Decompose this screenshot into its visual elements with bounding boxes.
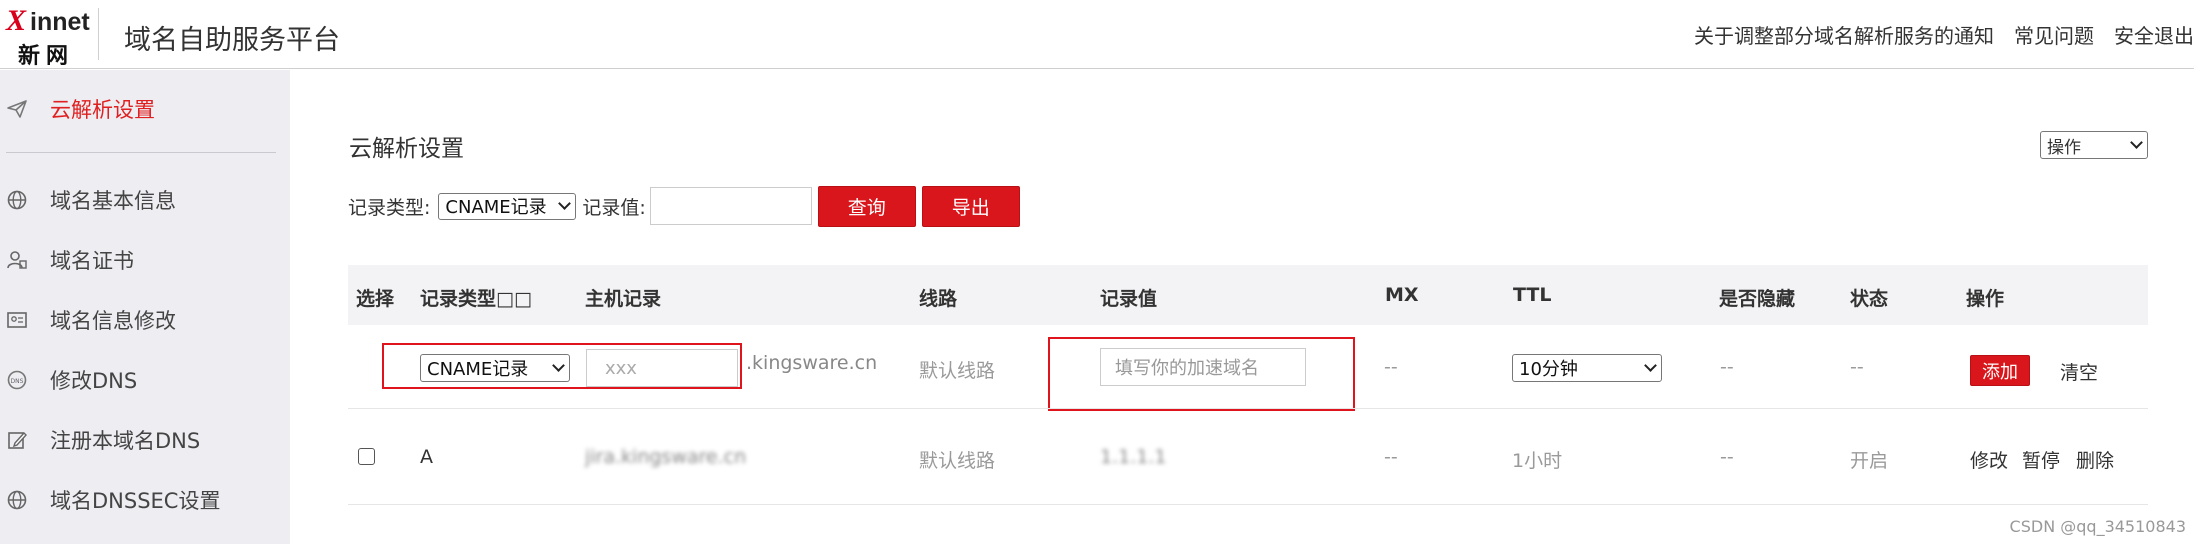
new-row-mx: -- (1384, 356, 1398, 378)
sidebar-item-label: 注册本域名DNS (50, 429, 201, 453)
chevron-down-icon (1644, 359, 1657, 372)
edit-icon (6, 429, 28, 451)
col-line: 线路 (919, 288, 958, 310)
record-type-select-value: CNAME记录 (445, 197, 547, 218)
row-type: A (420, 446, 433, 468)
logo-mark: X (6, 4, 27, 37)
clear-button[interactable]: 清空 (2060, 358, 2098, 385)
operation-select[interactable]: 操作 (2040, 131, 2148, 159)
col-record-type: 记录类型□□ (420, 288, 532, 310)
xinnet-logo[interactable]: X innet 新网 (6, 4, 94, 69)
query-button[interactable]: 查询 (817, 185, 916, 227)
operation-select-value: 操作 (2047, 137, 2081, 158)
new-row-hidden: -- (1720, 356, 1734, 378)
record-value-input[interactable] (649, 187, 812, 225)
row-value: 1.1.1.1 (1100, 446, 1167, 468)
sidebar-item-certificate[interactable]: 域名证书 (0, 240, 290, 280)
add-record-button[interactable]: 添加 (1970, 355, 2030, 386)
filter-bar: 记录类型: CNAME记录 记录值: 查询 导出 (348, 185, 1020, 227)
row-checkbox[interactable] (358, 448, 375, 465)
col-actions: 操作 (1966, 288, 2005, 310)
send-icon (6, 98, 28, 120)
top-bar: X innet 新网 域名自助服务平台 关于调整部分域名解析服务的通知 常见问题… (0, 0, 2194, 69)
globe-icon (6, 489, 28, 511)
domain-suffix: .kingsware.cn (746, 352, 878, 374)
new-row-status: -- (1850, 356, 1864, 378)
highlight-box-value (1048, 337, 1355, 411)
col-select: 选择 (356, 288, 395, 310)
globe-icon (6, 189, 28, 211)
export-button[interactable]: 导出 (921, 185, 1020, 227)
sidebar-item-label: 域名DNSSEC设置 (50, 489, 221, 513)
col-hidden: 是否隐藏 (1719, 288, 1796, 310)
row-divider (348, 504, 2148, 505)
record-type-label: 记录类型: (348, 196, 431, 219)
sidebar-item-modify-dns[interactable]: DNS 修改DNS (0, 360, 290, 400)
row-delete-link[interactable]: 删除 (2076, 446, 2114, 473)
col-ttl: TTL (1513, 284, 1552, 306)
row-status: 开启 (1850, 450, 1889, 472)
faq-link[interactable]: 常见问题 (2014, 20, 2094, 49)
logo-divider (98, 8, 99, 60)
new-row-line: 默认线路 (919, 360, 996, 382)
col-status: 状态 (1850, 288, 1889, 310)
record-type-select[interactable]: CNAME记录 (438, 192, 577, 220)
row-host: jira.kingsware.cn (585, 446, 747, 468)
chevron-down-icon (2130, 136, 2143, 149)
col-host: 主机记录 (585, 288, 662, 310)
page-title: 云解析设置 (349, 136, 464, 162)
col-value: 记录值 (1100, 288, 1158, 310)
sidebar-item-label: 域名信息修改 (50, 309, 176, 333)
sidebar-item-cloud-dns[interactable]: 云解析设置 (0, 89, 290, 129)
row-hidden: -- (1720, 446, 1734, 468)
logo-cn: 新网 (18, 43, 75, 69)
notice-link[interactable]: 关于调整部分域名解析服务的通知 (1694, 20, 1994, 49)
chevron-down-icon (558, 197, 572, 210)
row-divider (348, 408, 2148, 409)
sidebar-item-info-modify[interactable]: 域名信息修改 (0, 300, 290, 340)
sidebar-item-register-dns[interactable]: 注册本域名DNS (0, 420, 290, 460)
sidebar-item-label: 修改DNS (50, 369, 138, 393)
ttl-select[interactable]: 10分钟 (1512, 354, 1662, 382)
row-pause-link[interactable]: 暂停 (2022, 446, 2060, 473)
sidebar-item-label: 域名基本信息 (50, 189, 176, 213)
logo-word: innet (30, 8, 90, 36)
sidebar-item-label: 云解析设置 (50, 98, 155, 122)
row-line: 默认线路 (919, 450, 996, 472)
table-header: 选择 记录类型□□ 主机记录 线路 记录值 MX TTL 是否隐藏 状态 操作 (348, 265, 2148, 325)
col-mx: MX (1385, 284, 1419, 306)
record-value-label: 记录值: (582, 196, 646, 219)
platform-title: 域名自助服务平台 (124, 25, 340, 56)
sidebar-item-domain-info[interactable]: 域名基本信息 (0, 180, 290, 220)
svg-text:DNS: DNS (11, 378, 24, 385)
sidebar-divider (6, 152, 276, 153)
id-card-icon (6, 309, 28, 331)
row-ttl: 1小时 (1512, 450, 1563, 472)
sidebar-item-label: 域名证书 (50, 249, 134, 273)
row-edit-link[interactable]: 修改 (1970, 446, 2008, 473)
certificate-icon (6, 249, 28, 271)
sidebar: 云解析设置 域名基本信息 域名证书 域名信息修改 DNS 修改DNS 注册本域名… (0, 70, 290, 544)
top-links: 关于调整部分域名解析服务的通知 常见问题 安全退出 (1694, 20, 2194, 49)
sidebar-item-dnssec[interactable]: 域名DNSSEC设置 (0, 480, 290, 520)
watermark: CSDN @qq_34510843 (2009, 517, 2186, 536)
ttl-select-value: 10分钟 (1519, 359, 1578, 380)
highlight-box-host (382, 343, 742, 389)
row-mx: -- (1384, 446, 1398, 468)
logout-link[interactable]: 安全退出 (2114, 20, 2194, 49)
dns-icon: DNS (6, 369, 28, 391)
